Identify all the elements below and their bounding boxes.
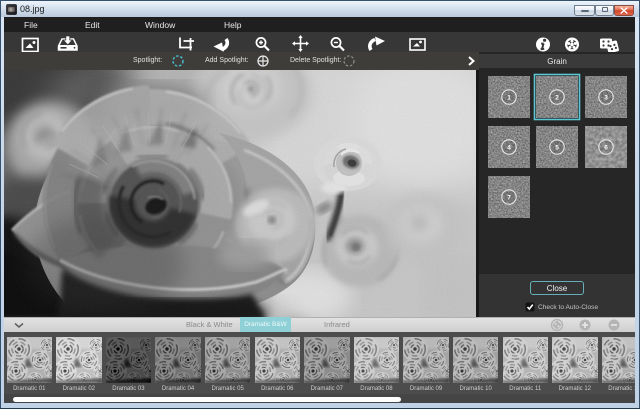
svg-text:1: 1: [507, 94, 511, 101]
svg-text:6: 6: [604, 144, 608, 151]
svg-text:7: 7: [507, 194, 511, 201]
svg-text:2: 2: [555, 94, 559, 101]
svg-text:4: 4: [507, 144, 511, 151]
svg-text:5: 5: [555, 144, 559, 151]
svg-text:3: 3: [604, 94, 608, 101]
